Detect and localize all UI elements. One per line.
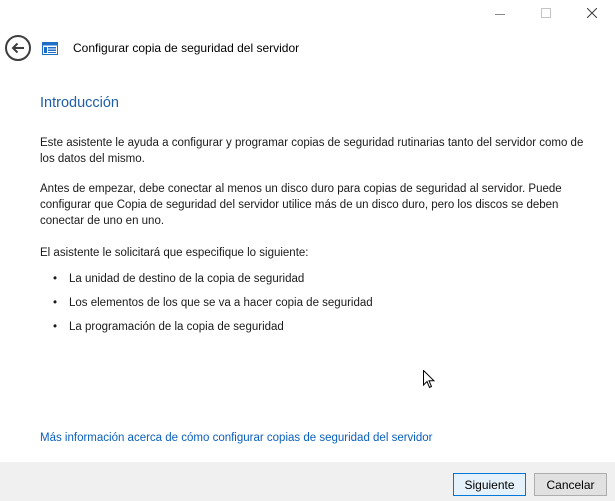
wizard-title: Configurar copia de seguridad del servid… [73, 41, 300, 55]
mouse-cursor-icon [423, 370, 435, 389]
back-arrow-icon [11, 42, 24, 54]
next-button[interactable]: Siguiente [453, 473, 526, 496]
close-icon [587, 8, 597, 18]
back-button[interactable] [5, 35, 31, 61]
minimize-button[interactable] [477, 0, 523, 26]
wizard-footer: Siguiente Cancelar [0, 462, 615, 501]
requirements-intro: El asistente le solicitará que especifiq… [40, 247, 309, 259]
prerequisite-paragraph: Antes de empezar, debe conectar al menos… [40, 183, 562, 227]
close-button[interactable] [569, 0, 615, 26]
intro-paragraph: Este asistente le ayuda a configurar y p… [40, 137, 584, 165]
list-item: • La programación de la copia de segurida… [53, 321, 284, 333]
requirements-list: • La unidad de destino de la copia de seg… [53, 271, 600, 335]
list-item: • La unidad de destino de la copia de seg… [53, 273, 305, 285]
window-controls [477, 0, 615, 26]
maximize-button[interactable] [523, 0, 569, 26]
minimize-icon [495, 13, 505, 15]
wizard-content: Introducción Este asistente le ayuda a c… [40, 95, 600, 343]
list-item: • Los elementos de los que se va a hacer … [53, 297, 373, 309]
cancel-button[interactable]: Cancelar [534, 473, 607, 496]
wizard-header: Configurar copia de seguridad del servid… [5, 33, 299, 63]
maximize-icon [541, 8, 551, 18]
backup-icon [42, 41, 58, 55]
more-info-link[interactable]: Más información acerca de cómo configura… [40, 432, 432, 444]
page-title: Introducción [40, 95, 119, 111]
